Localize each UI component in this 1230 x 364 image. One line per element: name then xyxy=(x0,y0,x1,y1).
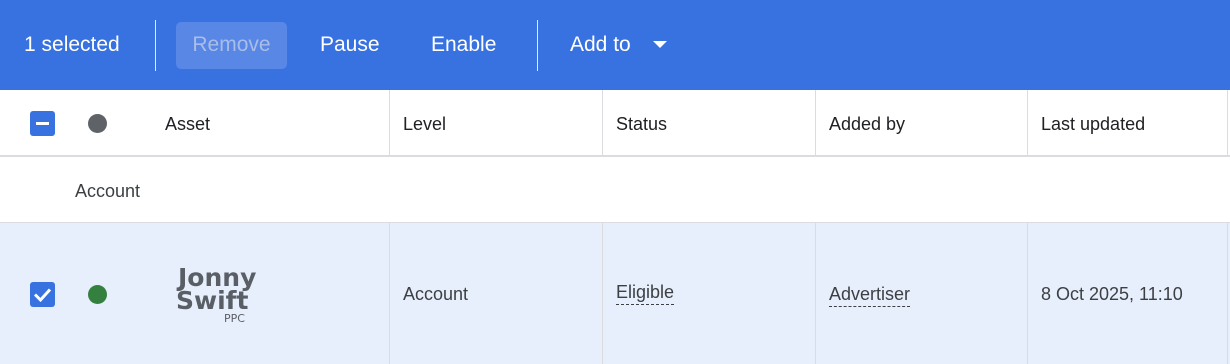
toolbar-divider xyxy=(537,20,538,71)
row-added-by[interactable]: Advertiser xyxy=(829,283,911,307)
column-divider xyxy=(1227,223,1228,364)
group-row-label: Account xyxy=(75,181,141,201)
status-column-dot-icon xyxy=(88,114,107,133)
column-header-added-by[interactable]: Added by xyxy=(829,113,905,135)
group-row xyxy=(0,157,1230,223)
selection-toolbar: 1 selected Remove Pause Enable Add to xyxy=(0,0,1230,90)
column-divider xyxy=(1027,90,1028,156)
remove-button-label: Remove xyxy=(192,33,271,56)
chevron-down-icon[interactable] xyxy=(653,41,667,48)
remove-button[interactable]: Remove xyxy=(176,22,287,69)
column-divider xyxy=(389,223,390,364)
enable-button[interactable]: Enable xyxy=(431,32,496,58)
column-divider xyxy=(389,90,390,156)
column-header-status[interactable]: Status xyxy=(616,113,667,135)
selected-count: 1 selected xyxy=(24,33,120,56)
row-status[interactable]: Eligible xyxy=(616,281,675,305)
logo-text-line3: PPC xyxy=(224,312,245,325)
logo-text-line2: Swift xyxy=(176,286,249,315)
enabled-status-dot-icon xyxy=(88,285,107,304)
column-divider xyxy=(602,223,603,364)
pause-button[interactable]: Pause xyxy=(320,32,380,58)
select-all-checkbox[interactable] xyxy=(30,111,55,136)
asset-logo-image: Jonny Swift PPC xyxy=(176,263,256,325)
row-last-updated: 8 Oct 2025, 11:10 xyxy=(1041,284,1183,304)
column-header-level[interactable]: Level xyxy=(403,113,446,135)
column-divider xyxy=(1027,223,1028,364)
column-header-asset[interactable]: Asset xyxy=(165,113,210,135)
column-divider xyxy=(815,223,816,364)
row-level: Account xyxy=(403,284,469,304)
column-divider xyxy=(815,90,816,156)
row-checkbox[interactable] xyxy=(30,282,55,307)
add-to-button[interactable]: Add to xyxy=(570,32,631,58)
toolbar-divider xyxy=(155,20,156,71)
column-header-last-updated[interactable]: Last updated xyxy=(1041,113,1145,135)
column-divider xyxy=(1227,90,1228,156)
column-divider xyxy=(602,90,603,156)
checkmark-icon xyxy=(33,288,52,303)
indeterminate-icon xyxy=(36,122,49,125)
